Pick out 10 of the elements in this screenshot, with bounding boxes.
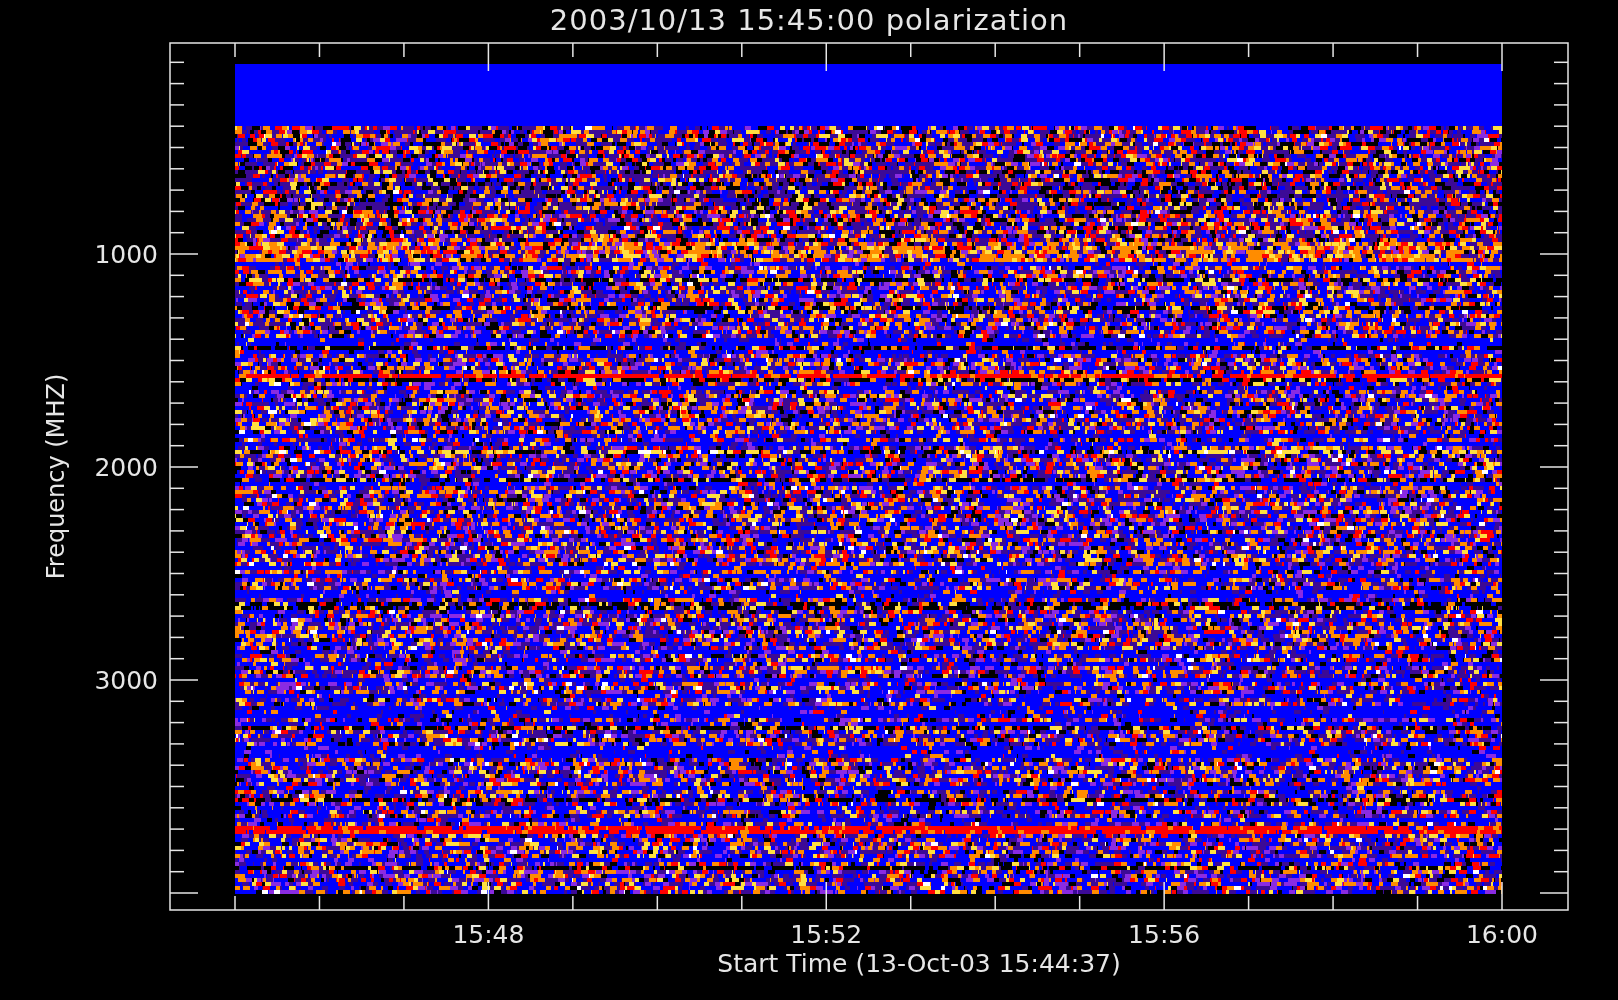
- y-tick-label: 2000: [94, 453, 158, 482]
- x-tick-label: 15:52: [790, 920, 863, 949]
- x-tick-label: 16:00: [1466, 920, 1538, 949]
- x-tick-label: 15:48: [452, 920, 525, 949]
- y-tick-label: 3000: [94, 666, 158, 695]
- y-tick-label: 1000: [94, 240, 158, 269]
- x-tick-label: 15:56: [1128, 920, 1201, 949]
- x-axis-label: Start Time (13-Oct-03 15:44:37): [717, 949, 1121, 978]
- chart-title: 2003/10/13 15:45:00 polarization: [548, 2, 1070, 39]
- y-axis-label: Frequency (MHZ): [42, 373, 70, 580]
